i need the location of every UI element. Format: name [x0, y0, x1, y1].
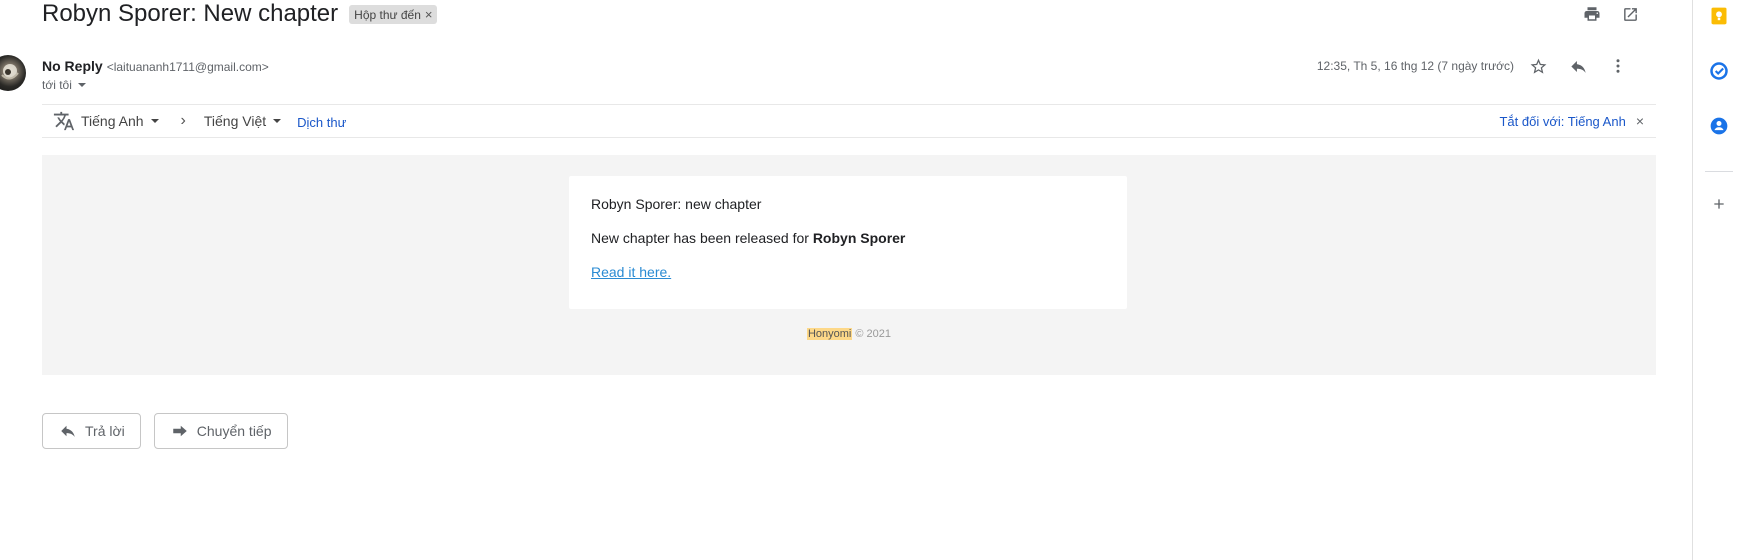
keep-icon[interactable] [1708, 5, 1730, 27]
target-language-label: Tiếng Việt [203, 113, 267, 129]
remove-label-icon[interactable]: × [425, 7, 433, 22]
reply-button-label: Trả lời [85, 423, 125, 439]
top-actions [1582, 4, 1640, 24]
reply-icon[interactable] [1568, 56, 1588, 76]
body-message: New chapter has been released for Robyn … [591, 230, 905, 246]
turn-off-translation-link[interactable]: Tắt đối với: Tiếng Anh [1499, 114, 1625, 129]
inbox-label-chip[interactable]: Hộp thư đến × [349, 5, 437, 24]
chevron-right-icon: › [180, 112, 186, 129]
footer-brand: Honyomi [806, 328, 853, 340]
message-date: 12:35, Th 5, 16 thg 12 (7 ngày trước) [1316, 59, 1514, 73]
email-subject: Robyn Sporer: New chapter [42, 0, 339, 27]
forward-button-label: Chuyển tiếp [196, 423, 272, 439]
translate-bar: Tiếng Anh › Tiếng Việt Dịch thư Tắt đối … [42, 104, 1656, 138]
email-view: Robyn Sporer: New chapter Hộp thư đến × … [0, 0, 1692, 560]
reply-actions: Trả lời Chuyển tiếp [42, 413, 288, 449]
tasks-icon[interactable] [1708, 60, 1730, 82]
side-panel [1692, 0, 1747, 560]
chevron-down-icon [273, 119, 282, 123]
email-body: Robyn Sporer: new chapter New chapter ha… [42, 155, 1656, 375]
source-language-select[interactable]: Tiếng Anh [81, 113, 159, 129]
close-icon[interactable]: × [1636, 113, 1644, 129]
reply-icon [59, 422, 77, 440]
contacts-icon[interactable] [1708, 115, 1730, 137]
body-message-title: Robyn Sporer [812, 230, 906, 246]
star-icon[interactable] [1528, 56, 1548, 76]
subject-row: Robyn Sporer: New chapter Hộp thư đến × [42, 0, 437, 28]
open-in-new-window-icon[interactable] [1620, 4, 1640, 24]
sender-name[interactable]: No Reply [42, 58, 103, 74]
target-language-select[interactable]: Tiếng Việt [203, 113, 282, 129]
email-footer: Honyomi © 2021 [42, 328, 1656, 340]
forward-button[interactable]: Chuyển tiếp [153, 413, 288, 449]
sender-email: <laituananh1711@gmail.com> [106, 60, 269, 74]
recipient-details-toggle[interactable]: tới tôi [42, 78, 86, 92]
body-heading: Robyn Sporer: new chapter [591, 196, 762, 212]
recipient-text: tới tôi [42, 78, 72, 92]
footer-copyright: © 2021 [852, 328, 892, 340]
read-it-here-link[interactable]: Read it here. [591, 264, 671, 280]
chevron-down-icon [77, 83, 86, 87]
sender-avatar[interactable] [0, 55, 26, 91]
message-meta: 12:35, Th 5, 16 thg 12 (7 ngày trước) [1317, 56, 1628, 76]
reply-button[interactable]: Trả lời [42, 413, 141, 449]
translate-icon [53, 110, 75, 132]
forward-icon [171, 422, 189, 440]
more-vert-icon[interactable] [1608, 56, 1628, 76]
chevron-down-icon [150, 119, 159, 123]
add-icon[interactable] [1708, 193, 1730, 215]
body-message-text: New chapter has been released for [591, 230, 813, 246]
side-panel-divider [1705, 171, 1733, 172]
sender-line: No Reply <laituananh1711@gmail.com> [42, 58, 269, 74]
translate-message-link[interactable]: Dịch thư [297, 115, 346, 130]
email-content-card: Robyn Sporer: new chapter New chapter ha… [569, 176, 1127, 309]
inbox-label-text: Hộp thư đến [354, 7, 421, 22]
source-language-label: Tiếng Anh [81, 113, 144, 129]
print-icon[interactable] [1582, 4, 1602, 24]
